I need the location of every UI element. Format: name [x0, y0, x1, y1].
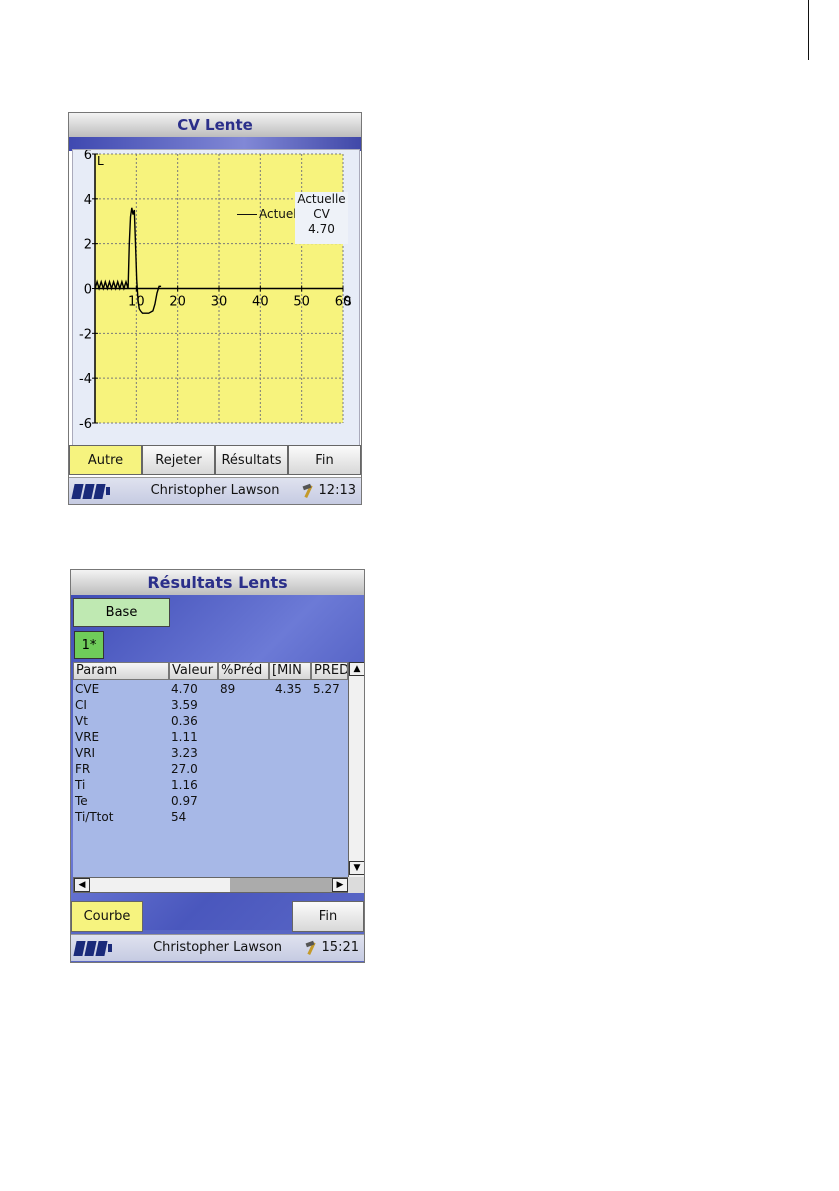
cell-valeur: 54: [171, 810, 187, 824]
legend-series: Actuell: [237, 207, 300, 221]
column-header-pred[interactable]: PRED: [311, 662, 348, 680]
y-tick-label: 6: [84, 150, 92, 163]
cell-min: 4.35: [275, 682, 302, 696]
resultats-button[interactable]: Résultats: [215, 445, 288, 475]
y-tick-label: 4: [84, 193, 92, 208]
legend-line-icon: [237, 214, 257, 215]
x-tick-label: 40: [252, 295, 269, 310]
column-header-valeur[interactable]: Valeur: [169, 662, 218, 680]
y-tick-label: 0: [84, 283, 92, 298]
cell-param: Vt: [75, 714, 88, 728]
cell-param: Ti: [75, 778, 86, 792]
legend-value-box: Actuelle CV 4.70: [295, 192, 348, 244]
cell-valeur: 1.11: [171, 730, 198, 744]
x-tick-label: 10: [128, 295, 145, 310]
tools-icon[interactable]: [304, 941, 318, 955]
y-tick-label: -4: [79, 372, 92, 387]
base-button[interactable]: Base: [73, 598, 170, 627]
cell-valeur: 27.0: [171, 762, 198, 776]
clock[interactable]: 12:13: [301, 483, 356, 498]
button-bar: Autre Rejeter Résultats Fin: [69, 445, 361, 475]
y-tick-label: -6: [79, 417, 92, 432]
table-row[interactable]: CI 3.59: [73, 697, 348, 713]
cell-param: VRI: [75, 746, 96, 760]
clock[interactable]: 15:21: [304, 940, 359, 955]
vertical-scrollbar[interactable]: ▲ ▼: [348, 662, 364, 877]
y-tick-label: 2: [84, 238, 92, 253]
y-tick-label: -2: [79, 327, 92, 342]
column-header-param[interactable]: Param: [73, 662, 169, 680]
table-body: CVE 4.70 89 4.35 5.27 CI 3.59 Vt 0.36 VRE 1.11 VRI 3…: [73, 681, 348, 825]
cell-valeur: 3.23: [171, 746, 198, 760]
cell-valeur: 3.59: [171, 698, 198, 712]
clock-time: 15:21: [321, 940, 359, 955]
cell-pred-percent: 89: [220, 682, 236, 696]
cell-param: Te: [75, 794, 88, 808]
fin-button[interactable]: Fin: [292, 901, 364, 932]
scroll-right-icon[interactable]: ▶: [332, 878, 348, 892]
x-unit-label: S: [344, 295, 352, 309]
x-tick-label: 50: [293, 295, 310, 310]
resultats-lents-screen: Résultats Lents Base 1* Param Valeur %Pr…: [70, 569, 365, 963]
table-row[interactable]: VRI 3.23: [73, 745, 348, 761]
cell-param: FR: [75, 762, 91, 776]
tools-icon[interactable]: [301, 484, 315, 498]
cell-valeur: 0.97: [171, 794, 198, 808]
courbe-button[interactable]: Courbe: [71, 901, 143, 932]
cv-lente-screen: CV Lente 10 20 30 40 50 60 6 4 2 0 -2 -4 -6 L S Actuel…: [68, 112, 362, 505]
scroll-corner: [348, 877, 364, 893]
scroll-left-icon[interactable]: ◀: [74, 878, 90, 892]
table-row[interactable]: CVE 4.70 89 4.35 5.27: [73, 681, 348, 697]
cell-valeur: 0.36: [171, 714, 198, 728]
cell-valeur: 4.70: [171, 682, 198, 696]
table-row[interactable]: FR 27.0: [73, 761, 348, 777]
page-edge-line: [808, 0, 809, 60]
cell-param: Ti/Ttot: [75, 810, 114, 824]
button-bar-spacer: [143, 901, 292, 932]
cell-pred: 5.27: [313, 682, 340, 696]
button-bar: Courbe Fin: [71, 901, 364, 932]
column-header-pred-percent[interactable]: %Préd: [218, 662, 269, 680]
y-unit-label: L: [97, 154, 104, 168]
scroll-down-icon[interactable]: ▼: [349, 861, 364, 875]
legend-box-line2: CV: [313, 207, 330, 221]
fin-button[interactable]: Fin: [288, 445, 361, 475]
table-row[interactable]: Te 0.97: [73, 793, 348, 809]
status-bar: Christopher Lawson 15:21: [71, 934, 364, 961]
cell-param: CI: [75, 698, 87, 712]
chart-frame: 10 20 30 40 50 60 6 4 2 0 -2 -4 -6 L S Actuell Actuell…: [72, 149, 360, 459]
table-row[interactable]: Vt 0.36: [73, 713, 348, 729]
screen-title: Résultats Lents: [71, 570, 364, 596]
table-row[interactable]: Ti 1.16: [73, 777, 348, 793]
status-bar: Christopher Lawson 12:13: [69, 477, 361, 504]
horizontal-scrollbar[interactable]: ◀ ▶: [73, 877, 348, 893]
x-tick-label: 20: [169, 295, 186, 310]
cell-param: CVE: [75, 682, 100, 696]
x-tick-label: 30: [211, 295, 228, 310]
column-header-min[interactable]: [MIN: [269, 662, 311, 680]
tab-1[interactable]: 1*: [74, 631, 104, 659]
rejeter-button[interactable]: Rejeter: [142, 445, 215, 475]
cell-valeur: 1.16: [171, 778, 198, 792]
legend-box-value: 4.70: [308, 222, 335, 236]
horizontal-scroll-thumb[interactable]: [230, 878, 332, 892]
legend-series-label: Actuell: [259, 207, 300, 221]
legend-box-line1: Actuelle: [297, 192, 346, 206]
cell-param: VRE: [75, 730, 100, 744]
table-row[interactable]: Ti/Ttot 54: [73, 809, 348, 825]
table-row[interactable]: VRE 1.11: [73, 729, 348, 745]
scroll-up-icon[interactable]: ▲: [349, 662, 364, 676]
autre-button[interactable]: Autre: [69, 445, 142, 475]
screen-title: CV Lente: [69, 113, 361, 138]
clock-time: 12:13: [318, 483, 356, 498]
results-table: Param Valeur %Préd [MIN PRED CVE 4.70 89 4.…: [73, 662, 348, 877]
